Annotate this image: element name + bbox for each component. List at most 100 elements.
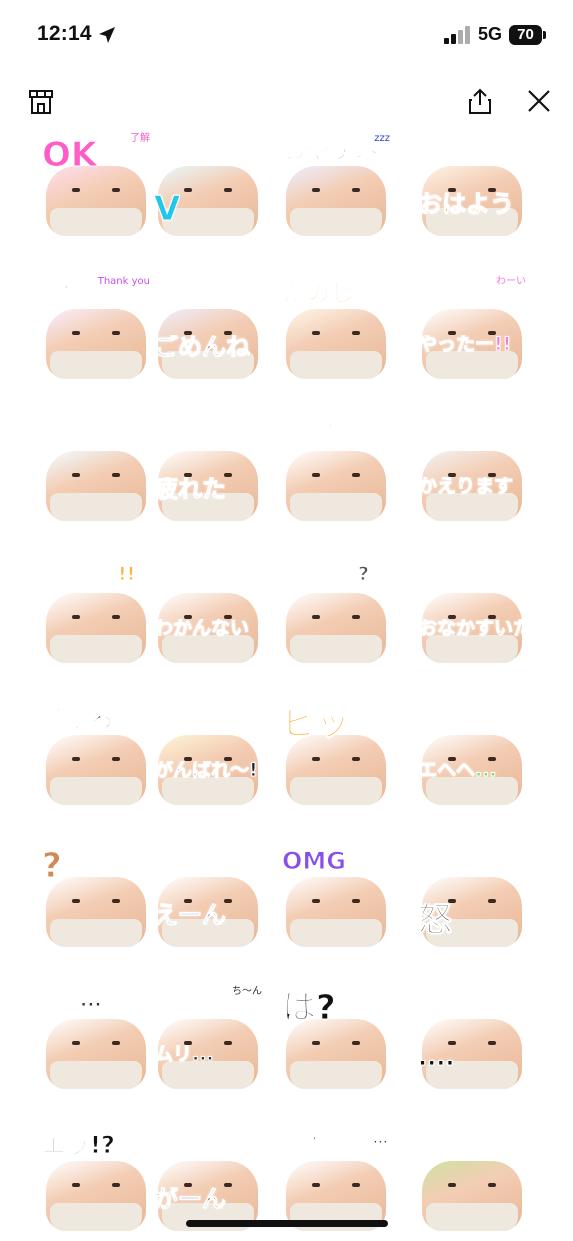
sticker-item[interactable]: エッ!?: [38, 1125, 154, 1241]
baby-face: [312, 1183, 360, 1191]
sticker-caption: 待ってます: [282, 423, 376, 442]
status-time: 12:14: [37, 22, 92, 45]
sticker-caption: おやすみ: [282, 138, 378, 162]
sticker-caption: えーん: [154, 903, 226, 927]
status-bar: 12:14 5G 70: [0, 0, 573, 70]
baby-clothes: [162, 777, 254, 805]
sticker-subcaption: 了解: [130, 133, 150, 144]
sticker-caption: エッ!?: [42, 1133, 115, 1157]
sticker-item[interactable]: かえります: [414, 415, 530, 531]
sticker-caption: かえります: [418, 477, 514, 496]
sticker-item[interactable]: たのしぁ: [278, 273, 394, 389]
sticker-caption: あは・あははは...: [282, 1133, 388, 1146]
baby-face: [312, 757, 360, 765]
baby-face: [72, 615, 120, 623]
sticker-subcaption: zzz: [374, 133, 390, 144]
sticker-subcaption: ち〜ん: [232, 986, 262, 997]
sticker-item[interactable]: OMG: [278, 841, 394, 957]
sticker-item[interactable]: おやすみ zzz: [278, 130, 394, 246]
network-type: 5G: [478, 24, 503, 44]
baby-face: [312, 1041, 360, 1049]
sticker-caption: エヘヘ...: [418, 761, 497, 780]
sticker-item[interactable]: [414, 1125, 530, 1241]
sticker-item[interactable]: 行きます!!: [38, 557, 154, 673]
close-icon[interactable]: [525, 87, 553, 115]
sticker-item[interactable]: ムリ... ち〜ん: [150, 983, 266, 1099]
sticker-subcaption: Thank you: [97, 276, 150, 287]
sticker-caption: 頑張る: [42, 707, 114, 731]
sticker-item[interactable]: ピッ: [278, 699, 394, 815]
sticker-caption: おなかすいた: [418, 619, 530, 638]
sticker-caption: がーん: [154, 1187, 226, 1211]
sticker-item[interactable]: ご飯ナニ?: [278, 557, 394, 673]
sticker-caption: ムリ...: [154, 1045, 214, 1064]
baby-clothes: [426, 635, 518, 663]
sticker-caption: 行きます!!: [42, 565, 136, 584]
home-indicator[interactable]: [186, 1220, 388, 1227]
sticker-item[interactable]: 疲れた: [150, 415, 266, 531]
baby-face: [312, 188, 360, 196]
sticker-item[interactable]: 待ってます: [278, 415, 394, 531]
baby-face: [448, 1183, 496, 1191]
sticker-item[interactable]: やったー!! わーい: [414, 273, 530, 389]
sticker-caption: ご飯ナニ?: [282, 565, 370, 584]
baby-clothes: [426, 493, 518, 521]
sticker-caption: OK: [42, 138, 98, 172]
sticker-item[interactable]: は?: [278, 983, 394, 1099]
baby-face: [72, 188, 120, 196]
sticker-item[interactable]: OK 了解: [38, 130, 154, 246]
baby-clothes: [50, 493, 142, 521]
sticker-caption: たのしぁ: [282, 281, 378, 305]
sticker-item[interactable]: ごめんね: [150, 273, 266, 389]
baby-clothes: [50, 919, 142, 947]
sticker-item[interactable]: V: [150, 130, 266, 246]
share-icon[interactable]: [466, 87, 494, 115]
sticker-caption: ピッ: [282, 707, 350, 741]
sticker-item[interactable]: おはよう: [414, 130, 530, 246]
sticker-item[interactable]: えーん: [150, 841, 266, 957]
baby-face: [312, 899, 360, 907]
sticker-caption: やったー!!: [418, 335, 512, 354]
sticker-item[interactable]: おっかれさまです: [38, 415, 154, 531]
sticker-item[interactable]: おなかすいた: [414, 557, 530, 673]
baby-clothes: [50, 1203, 142, 1231]
baby-clothes: [50, 635, 142, 663]
baby-clothes: [290, 493, 382, 521]
baby-face: [312, 473, 360, 481]
sticker-item[interactable]: フッ...笑: [38, 983, 154, 1099]
baby-face: [72, 899, 120, 907]
sticker-caption: 怒: [418, 903, 452, 937]
sticker-item[interactable]: ?: [38, 841, 154, 957]
sticker-item[interactable]: 怒: [414, 841, 530, 957]
sticker-caption: 疲れた: [154, 477, 226, 501]
baby-clothes: [162, 635, 254, 663]
baby-clothes: [426, 777, 518, 805]
baby-clothes: [290, 635, 382, 663]
sticker-caption: ?: [42, 849, 62, 883]
baby-face: [72, 1041, 120, 1049]
sticker-caption: V: [154, 192, 181, 226]
sticker-item[interactable]: 頑張る: [38, 699, 154, 815]
baby-clothes: [50, 1061, 142, 1089]
baby-face: [312, 331, 360, 339]
baby-clothes: [290, 208, 382, 236]
baby-face: [72, 473, 120, 481]
sticker-caption: は?: [282, 991, 336, 1025]
sticker-item[interactable]: わかんない: [150, 557, 266, 673]
shop-icon[interactable]: [27, 87, 55, 115]
sticker-caption: おっかれさまです: [42, 423, 147, 436]
sticker-item[interactable]: がんばれ〜!: [150, 699, 266, 815]
sticker-grid: OK 了解 V おやすみ zzz おはよう ありがとう Thank you ごめんね たのしぁ やっ…: [20, 125, 553, 1240]
sticker-item[interactable]: ....: [414, 983, 530, 1099]
sticker-item[interactable]: エヘヘ...: [414, 699, 530, 815]
baby-face: [72, 331, 120, 339]
baby-clothes: [50, 208, 142, 236]
battery-icon: 70: [509, 25, 542, 45]
location-arrow-icon: [99, 27, 115, 43]
baby-clothes: [50, 351, 142, 379]
signal-strength-icon: [444, 26, 470, 44]
baby-face: [448, 1041, 496, 1049]
sticker-subcaption: わーい: [496, 276, 526, 287]
sticker-item[interactable]: ありがとう Thank you: [38, 273, 154, 389]
sticker-caption: ....: [418, 1045, 455, 1069]
